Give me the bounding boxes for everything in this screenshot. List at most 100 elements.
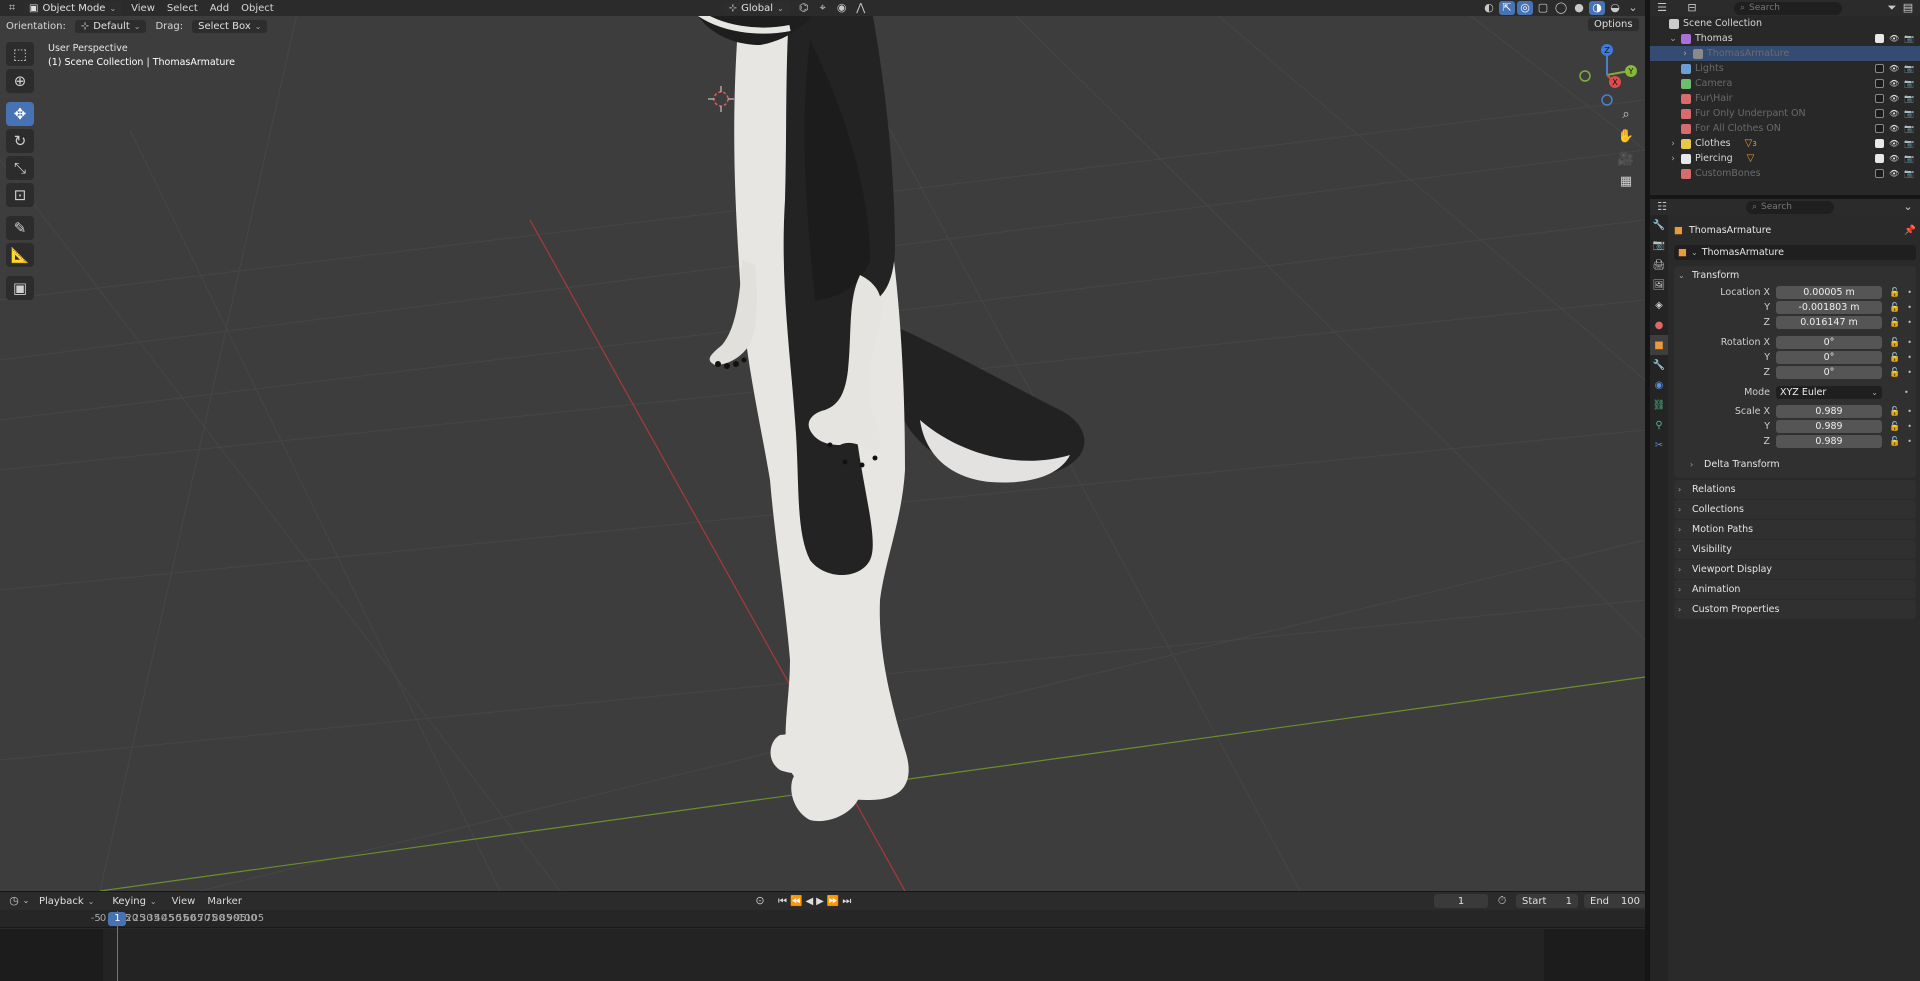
- material-shading-icon[interactable]: ◑: [1589, 1, 1605, 15]
- options-button[interactable]: Options: [1588, 18, 1639, 31]
- render-camera-icon[interactable]: 📷: [1904, 169, 1914, 178]
- playhead[interactable]: 1: [108, 912, 127, 926]
- wireframe-shading-icon[interactable]: ◯: [1553, 1, 1569, 15]
- keying-menu[interactable]: Keying ⌄: [106, 895, 162, 908]
- lock-icon[interactable]: 🔓: [1889, 353, 1900, 363]
- output-tab-icon[interactable]: 🖨: [1650, 255, 1668, 275]
- exclude-checkbox[interactable]: [1875, 169, 1884, 178]
- render-camera-icon[interactable]: 📷: [1904, 34, 1914, 43]
- eye-icon[interactable]: 👁: [1889, 169, 1899, 178]
- measure-tool-icon[interactable]: 📐: [6, 243, 34, 267]
- lock-icon[interactable]: 🔓: [1889, 338, 1900, 348]
- exclude-checkbox[interactable]: [1875, 34, 1884, 43]
- lock-icon[interactable]: 🔓: [1889, 303, 1900, 313]
- keyframe-dot-icon[interactable]: •: [1907, 318, 1912, 327]
- exclude-checkbox[interactable]: [1875, 109, 1884, 118]
- lock-icon[interactable]: 🔓: [1889, 407, 1900, 417]
- eye-icon[interactable]: 👁: [1889, 139, 1899, 148]
- add-cube-tool-icon[interactable]: ▣: [6, 276, 34, 300]
- keyframe-dot-icon[interactable]: •: [1907, 288, 1912, 297]
- outliner-item[interactable]: › ThomasArmature: [1650, 46, 1920, 61]
- render-camera-icon[interactable]: 📷: [1904, 64, 1914, 73]
- tool-tab-icon[interactable]: 🔧: [1650, 215, 1668, 235]
- camera-view-icon[interactable]: 🎥: [1614, 149, 1638, 169]
- exclude-checkbox[interactable]: [1875, 139, 1884, 148]
- rendered-shading-icon[interactable]: ◒: [1607, 1, 1623, 15]
- eye-icon[interactable]: 👁: [1889, 34, 1899, 43]
- playback-menu[interactable]: Playback ⌄: [33, 895, 100, 908]
- 3d-cursor[interactable]: [708, 86, 734, 112]
- character-model[interactable]: [690, 0, 1085, 822]
- outliner-item[interactable]: Camera 👁 📷: [1650, 76, 1920, 91]
- rotation-mode-select[interactable]: XYZ Euler ⌄: [1776, 386, 1882, 399]
- play-reverse-icon[interactable]: ◀: [805, 896, 813, 907]
- menu-object[interactable]: Object: [235, 3, 280, 14]
- delta-transform-subpanel[interactable]: › Delta Transform: [1674, 455, 1916, 474]
- eye-icon[interactable]: 👁: [1889, 124, 1899, 133]
- prev-keyframe-icon[interactable]: ⏪: [790, 896, 802, 907]
- eye-icon[interactable]: 👁: [1889, 94, 1899, 103]
- properties-editor-icon[interactable]: ☷: [1654, 200, 1670, 214]
- overlay-toggle-icon[interactable]: ◎: [1517, 1, 1533, 15]
- falloff-icon[interactable]: ⋀: [853, 1, 869, 15]
- scale-z-field[interactable]: 0.989: [1776, 435, 1882, 448]
- start-frame-field[interactable]: Start 1: [1516, 894, 1578, 908]
- render-camera-icon[interactable]: 📷: [1904, 79, 1914, 88]
- transform-orientation-dropdown[interactable]: ⊹ Global ⌄: [722, 1, 790, 15]
- exclude-checkbox[interactable]: [1875, 154, 1884, 163]
- timeline-body[interactable]: [0, 929, 1645, 981]
- record-icon[interactable]: ⊙: [752, 894, 768, 908]
- render-camera-icon[interactable]: 📷: [1904, 124, 1914, 133]
- visibility-icon[interactable]: ◐: [1481, 1, 1497, 15]
- menu-add[interactable]: Add: [204, 3, 235, 14]
- menu-select[interactable]: Select: [161, 3, 204, 14]
- modifiers-tab-icon[interactable]: 🔧: [1650, 355, 1668, 375]
- expand-arrow-icon[interactable]: ›: [1668, 154, 1678, 164]
- keyframe-dot-icon[interactable]: •: [1904, 388, 1909, 397]
- outliner-item[interactable]: Fur Only Underpant ON 👁 📷: [1650, 106, 1920, 121]
- new-collection-icon[interactable]: ▤: [1900, 1, 1916, 15]
- armature-data-tab-icon[interactable]: ⚲: [1650, 415, 1668, 435]
- orientation-dropdown[interactable]: ⊹ Default ⌄: [74, 19, 147, 33]
- expand-arrow-icon[interactable]: ⌄: [1668, 34, 1678, 44]
- lock-icon[interactable]: 🔓: [1889, 368, 1900, 378]
- frame-ruler[interactable]: -505101520253035404550556065707580859095…: [0, 910, 1645, 928]
- rotate-tool-icon[interactable]: ↻: [6, 129, 34, 153]
- lock-icon[interactable]: 🔓: [1889, 437, 1900, 447]
- exclude-checkbox[interactable]: [1875, 94, 1884, 103]
- outliner-item[interactable]: › Clothes ▽ 3 👁 📷: [1650, 136, 1920, 151]
- exclude-checkbox[interactable]: [1875, 124, 1884, 133]
- play-icon[interactable]: ▶: [816, 896, 824, 907]
- panel-custom-properties[interactable]: › Custom Properties: [1674, 600, 1916, 619]
- panel-viewport-display[interactable]: › Viewport Display: [1674, 560, 1916, 579]
- scale-x-field[interactable]: 0.989: [1776, 405, 1882, 418]
- xray-icon[interactable]: ▢: [1535, 1, 1551, 15]
- rotation-y-field[interactable]: 0°: [1776, 351, 1882, 364]
- jump-end-icon[interactable]: ⏭: [842, 896, 851, 907]
- pin-icon[interactable]: 📌: [1904, 225, 1916, 236]
- object-tab-icon[interactable]: ■: [1650, 335, 1668, 355]
- scale-tool-icon[interactable]: ⤡: [6, 156, 34, 180]
- outliner-item[interactable]: Fur\Hair 👁 📷: [1650, 91, 1920, 106]
- current-frame-field[interactable]: 1: [1434, 894, 1488, 908]
- exclude-checkbox[interactable]: [1875, 79, 1884, 88]
- lock-icon[interactable]: 🔓: [1889, 318, 1900, 328]
- drag-dropdown[interactable]: Select Box ⌄: [192, 19, 268, 33]
- physics-tab-icon[interactable]: ◉: [1650, 375, 1668, 395]
- annotate-tool-icon[interactable]: ✎: [6, 216, 34, 240]
- eye-icon[interactable]: 👁: [1889, 109, 1899, 118]
- render-camera-icon[interactable]: 📷: [1904, 154, 1914, 163]
- timeline-view-menu[interactable]: View: [166, 896, 202, 907]
- eye-icon[interactable]: 👁: [1889, 64, 1899, 73]
- outliner-item[interactable]: › Piercing ▽ 👁 📷: [1650, 151, 1920, 166]
- solid-shading-icon[interactable]: ●: [1571, 1, 1587, 15]
- panel-collections[interactable]: › Collections: [1674, 500, 1916, 519]
- snap-icon[interactable]: ⌖: [815, 1, 831, 15]
- filter-icon[interactable]: ⏷: [1884, 1, 1900, 15]
- next-keyframe-icon[interactable]: ⏩: [827, 896, 839, 907]
- scale-y-field[interactable]: 0.989: [1776, 420, 1882, 433]
- outliner-item[interactable]: Lights 👁 📷: [1650, 61, 1920, 76]
- mode-dropdown[interactable]: ▣ Object Mode ⌄: [23, 1, 123, 15]
- lock-icon[interactable]: 🔓: [1889, 288, 1900, 298]
- shading-options-icon[interactable]: ⌄: [1625, 1, 1641, 15]
